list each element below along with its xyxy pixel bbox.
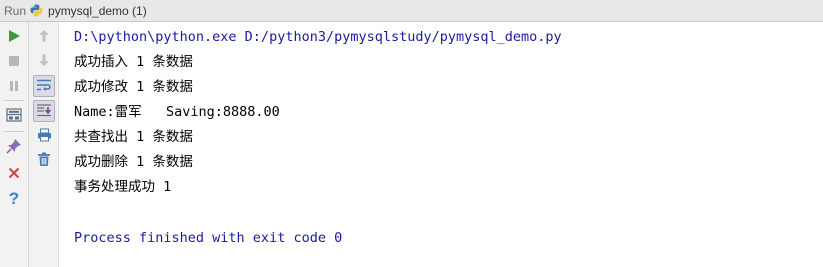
stop-icon xyxy=(8,52,20,71)
rerun-button[interactable] xyxy=(3,26,25,48)
down-stack-button[interactable] xyxy=(33,50,55,72)
soft-wrap-icon xyxy=(36,77,52,96)
run-toolbar-left: ? xyxy=(0,22,29,267)
console-command-line: D:\python\python.exe D:/python3/pymysqls… xyxy=(74,29,562,45)
print-button[interactable] xyxy=(33,125,55,147)
down-arrow-icon xyxy=(38,52,50,71)
console-output-line: Name:雷军 Saving:8888.00 xyxy=(74,104,280,120)
toolbar-separator xyxy=(4,131,24,132)
console-output-line: 事务处理成功 1 xyxy=(74,179,172,195)
stop-button[interactable] xyxy=(3,50,25,72)
console-output-line: 成功修改 1 条数据 xyxy=(74,79,193,95)
restore-layout-button[interactable] xyxy=(3,105,25,127)
scroll-to-end-icon xyxy=(36,102,52,121)
help-button[interactable]: ? xyxy=(3,187,25,209)
clear-all-button[interactable] xyxy=(33,150,55,172)
close-button[interactable] xyxy=(3,162,25,184)
soft-wrap-button[interactable] xyxy=(33,75,55,97)
console-output-line: 成功插入 1 条数据 xyxy=(74,54,193,70)
pause-button[interactable] xyxy=(3,75,25,97)
console-exit-message: Process finished with exit code 0 xyxy=(74,230,343,246)
run-tab[interactable]: pymysql_demo (1) xyxy=(30,4,147,18)
run-titlebar: Run pymysql_demo (1) xyxy=(0,0,823,22)
console-output-line: 共查找出 1 条数据 xyxy=(74,129,193,145)
pin-tab-button[interactable] xyxy=(3,137,25,159)
trash-icon xyxy=(37,152,51,171)
print-icon xyxy=(37,127,52,146)
toolbar-separator xyxy=(4,100,24,101)
console-output-line: 成功删除 1 条数据 xyxy=(74,154,193,170)
python-file-icon xyxy=(30,4,43,17)
layout-icon xyxy=(6,107,22,126)
console-output[interactable]: D:\python\python.exe D:/python3/pymysqls… xyxy=(60,22,823,267)
run-toolbar-right xyxy=(29,22,59,267)
close-icon xyxy=(8,164,20,183)
pin-icon xyxy=(6,138,22,158)
run-icon xyxy=(7,28,21,47)
run-tool-window: Run pymysql_demo (1) ? D:\python\python.… xyxy=(0,0,823,267)
run-label: Run xyxy=(4,3,27,18)
up-stack-button[interactable] xyxy=(33,26,55,48)
help-icon: ? xyxy=(8,188,20,208)
run-tab-label: pymysql_demo (1) xyxy=(48,3,147,18)
scroll-to-end-button[interactable] xyxy=(33,100,55,122)
pause-icon xyxy=(8,77,20,96)
up-arrow-icon xyxy=(38,28,50,47)
